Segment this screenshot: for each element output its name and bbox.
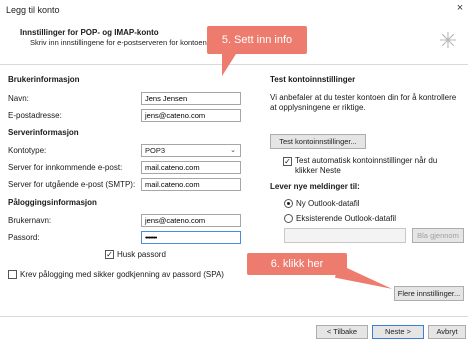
sparkle-cursor-icon: ✳ (438, 28, 458, 53)
new-data-file-label: Ny Outlook-datafil (296, 199, 360, 208)
cancel-button[interactable]: Avbryt (428, 325, 466, 339)
account-type-label: Kontotype: (8, 146, 47, 155)
password-field[interactable]: ••••••• (141, 231, 241, 244)
footer-divider (0, 316, 468, 317)
more-settings-button[interactable]: Flere innstillinger... (394, 286, 464, 301)
existing-data-file-radio[interactable] (284, 214, 293, 223)
callout-step-6: 6. klikk her (247, 253, 347, 275)
username-label: Brukernavn: (8, 216, 52, 225)
spa-checkbox[interactable] (8, 270, 17, 279)
deliver-heading: Lever nye meldinger til: (270, 182, 360, 191)
window-title: Legg til konto (6, 5, 60, 15)
name-field[interactable]: Jens Jensen (141, 92, 241, 105)
auto-test-checkbox[interactable]: ✓ (283, 157, 292, 166)
remember-password-checkbox[interactable]: ✓ (105, 250, 114, 259)
spa-label: Krev pålogging med sikker godkjenning av… (20, 270, 224, 279)
login-info-heading: Påloggingsinformasjon (8, 198, 97, 207)
header-subtitle: Skriv inn innstillingene for e-postserve… (30, 38, 221, 47)
account-type-value: POP3 (145, 146, 166, 155)
next-button[interactable]: Neste > (372, 325, 424, 339)
username-field[interactable]: jens@cateno.com (141, 214, 241, 227)
user-info-heading: Brukerinformasjon (8, 75, 80, 84)
existing-data-file-label: Eksisterende Outlook-datafil (296, 214, 397, 223)
outgoing-server-field[interactable]: mail.cateno.com (141, 178, 241, 191)
outgoing-server-label: Server for utgående e-post (SMTP): (8, 180, 136, 189)
browse-button[interactable]: Bla gjennom (412, 228, 464, 243)
test-account-settings-button[interactable]: Test kontoinnstillinger... (270, 134, 366, 149)
new-data-file-radio[interactable] (284, 199, 293, 208)
incoming-server-field[interactable]: mail.cateno.com (141, 161, 241, 174)
test-settings-heading: Test kontoinnstillinger (270, 75, 356, 84)
back-button[interactable]: < Tilbake (316, 325, 368, 339)
callout-step-5-pointer (222, 54, 236, 76)
data-file-path-field (284, 228, 406, 243)
incoming-server-label: Server for innkommende e-post: (8, 163, 123, 172)
email-field[interactable]: jens@cateno.com (141, 109, 241, 122)
callout-step-5: 5. Sett inn info (207, 26, 307, 54)
chevron-down-icon: ⌄ (230, 147, 236, 154)
email-label: E-postadresse: (8, 111, 62, 120)
server-info-heading: Serverinformasjon (8, 128, 79, 137)
password-label: Passord: (8, 233, 40, 242)
callout-step-6-pointer (334, 264, 395, 296)
remember-password-label: Husk passord (117, 250, 166, 259)
header-title: Innstillinger for POP- og IMAP-konto (20, 28, 159, 37)
close-icon[interactable]: × (454, 2, 466, 16)
account-type-select[interactable]: POP3 ⌄ (141, 144, 241, 157)
auto-test-label: Test automatisk kontoinnstillinger når d… (295, 156, 438, 175)
test-settings-description: Vi anbefaler at du tester kontoen din fo… (270, 93, 457, 112)
name-label: Navn: (8, 94, 29, 103)
